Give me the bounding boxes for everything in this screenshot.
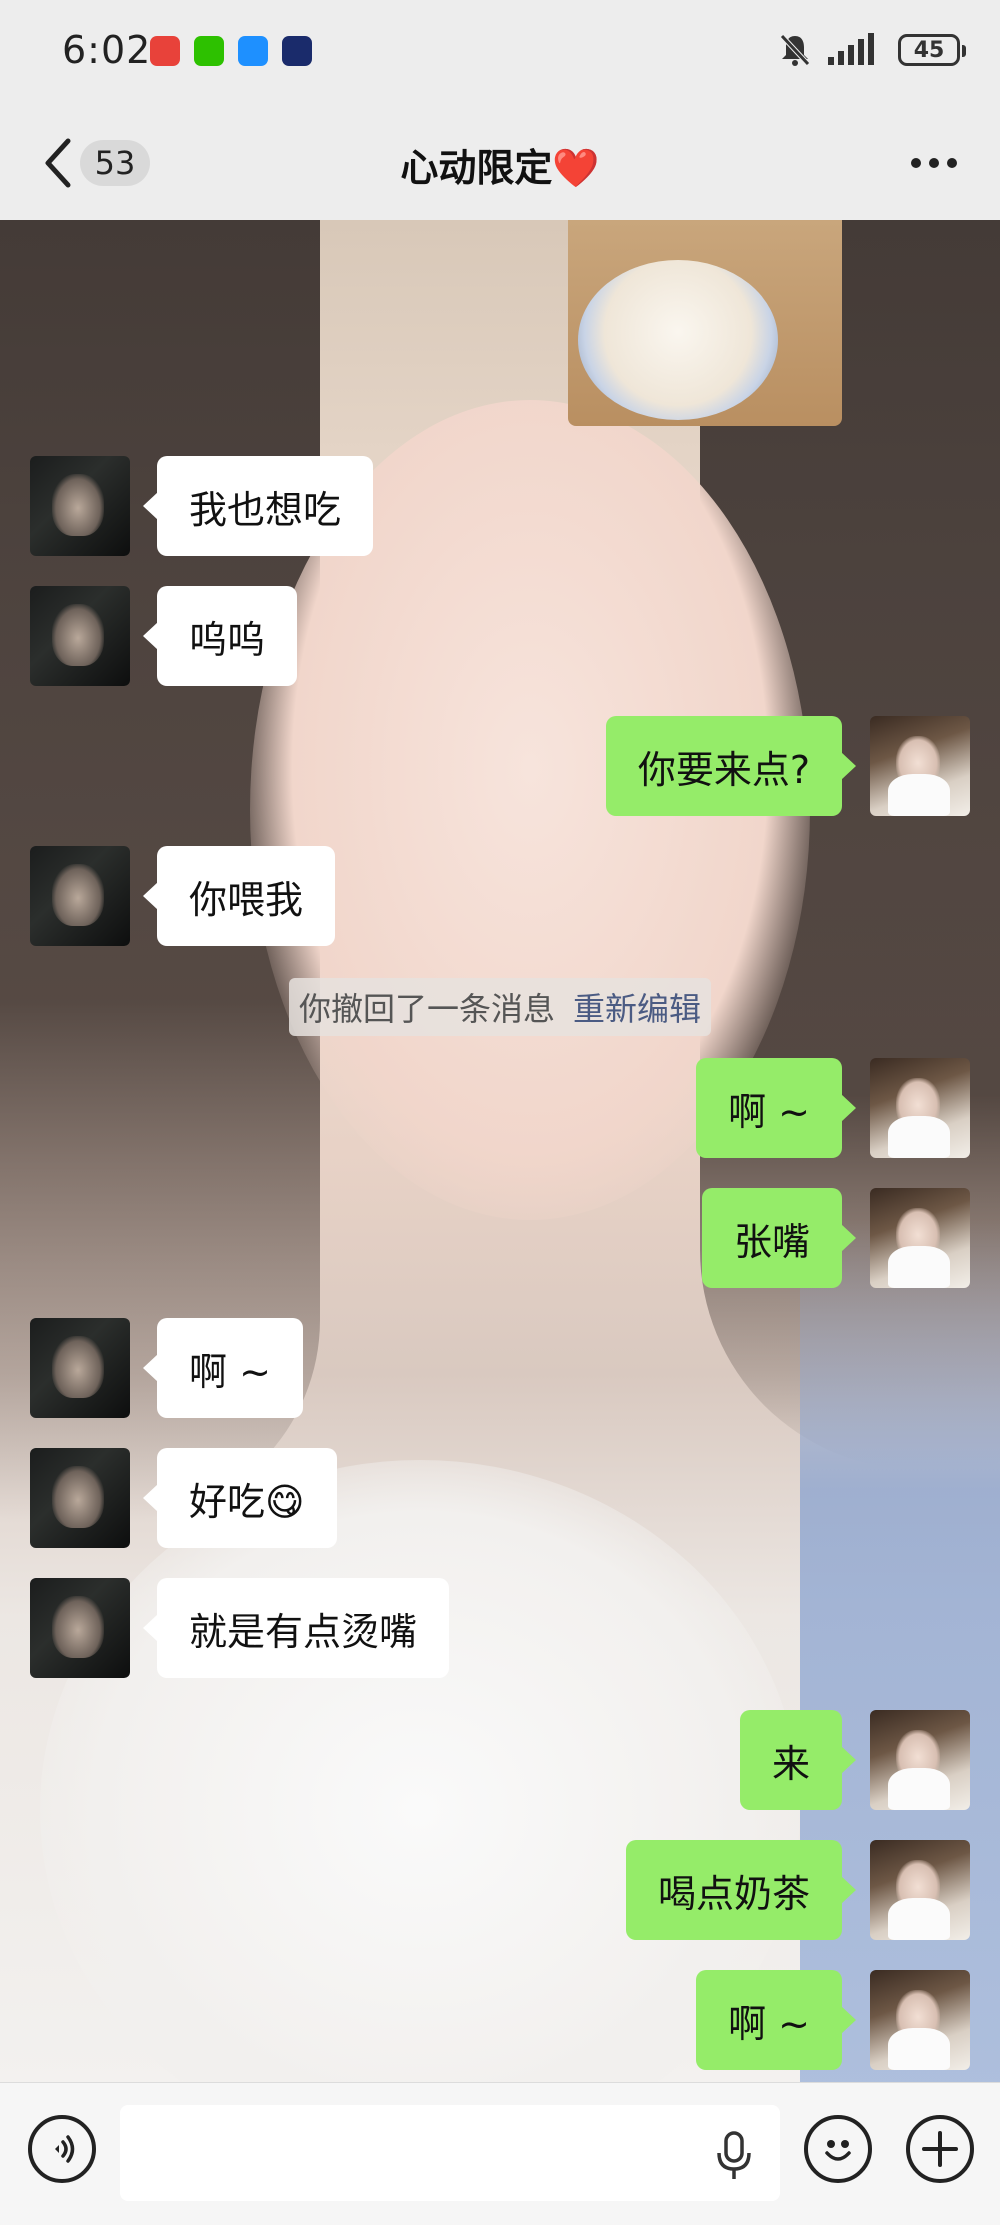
- status-right: 45: [778, 32, 966, 68]
- image-message[interactable]: [568, 220, 842, 426]
- chat-header: 53 心动限定❤️: [0, 105, 1000, 220]
- avatar[interactable]: [30, 586, 130, 686]
- battery-indicator: 45: [898, 34, 966, 66]
- message-bubble[interactable]: 好吃😋: [143, 1448, 337, 1548]
- message-row: 好吃😋: [0, 1448, 1000, 1548]
- pinduoduo-icon: [150, 36, 180, 66]
- avatar[interactable]: [870, 1058, 970, 1158]
- signal-icon: [828, 33, 874, 65]
- bell-muted-icon: [780, 34, 810, 66]
- voice-toggle-button[interactable]: [28, 2115, 96, 2183]
- voice-icon: [55, 2135, 75, 2163]
- message-row: 啊 ~: [0, 1058, 1000, 1158]
- input-bar: [0, 2082, 1000, 2225]
- message-icon: [238, 36, 268, 66]
- message-row: 啊 ~: [0, 1318, 1000, 1418]
- chat-title-text: 心动限定: [400, 146, 553, 190]
- avatar[interactable]: [30, 846, 130, 946]
- message-bubble[interactable]: 来: [739, 1710, 857, 1810]
- add-more-button[interactable]: [906, 2115, 974, 2183]
- heart-icon: ❤️: [552, 146, 600, 190]
- message-bubble[interactable]: 就是有点烫嘴: [142, 1578, 450, 1678]
- avatar[interactable]: [30, 1448, 130, 1548]
- message-bubble[interactable]: 啊 ~: [696, 1970, 856, 2070]
- message-bubble[interactable]: 啊 ~: [696, 1058, 856, 1158]
- rice-bowl-image: [578, 260, 778, 420]
- message-row: 来: [0, 1710, 1000, 1810]
- avatar[interactable]: [870, 1840, 970, 1940]
- wechat-icon: [194, 36, 224, 66]
- status-time: 6:02: [62, 28, 152, 72]
- message-row: 呜呜: [0, 586, 1000, 686]
- message-row: 你要来点?: [0, 716, 1000, 816]
- plus-icon: [922, 2131, 958, 2167]
- microphone-icon[interactable]: [712, 2129, 756, 2181]
- message-row: 张嘴: [0, 1188, 1000, 1288]
- message-bubble[interactable]: 你要来点?: [605, 716, 857, 816]
- message-row: 啊 ~: [0, 1970, 1000, 2070]
- recall-notice-box: 你撤回了一条消息 重新编辑: [288, 978, 712, 1036]
- message-bubble[interactable]: 我也想吃: [142, 456, 374, 556]
- recall-notice: 你撤回了一条消息 重新编辑: [0, 978, 1000, 1036]
- message-row: 你喂我: [0, 846, 1000, 946]
- message-bubble[interactable]: 张嘴: [701, 1188, 857, 1288]
- chat-title[interactable]: 心动限定❤️: [0, 137, 1000, 192]
- message-bubble[interactable]: 啊 ~: [143, 1318, 303, 1418]
- more-options-icon[interactable]: [910, 157, 958, 169]
- avatar[interactable]: [870, 716, 970, 816]
- status-bar: 6:02 45: [0, 0, 1000, 105]
- avatar[interactable]: [870, 1970, 970, 2070]
- qq-icon: [282, 36, 312, 66]
- message-bubble[interactable]: 你喂我: [142, 846, 336, 946]
- emoji-icon: [825, 2140, 851, 2161]
- message-bubble[interactable]: 呜呜: [142, 586, 298, 686]
- recall-notice-text: 你撤回了一条消息: [298, 990, 555, 1028]
- message-row: 就是有点烫嘴: [0, 1578, 1000, 1678]
- avatar[interactable]: [870, 1188, 970, 1288]
- message-bubble[interactable]: 喝点奶茶: [625, 1840, 857, 1940]
- chat-area[interactable]: 我也想吃 呜呜 你要来点? 你喂我 你撤回了一条消息 重新编辑 啊 ~ 张嘴 啊 …: [0, 220, 1000, 2082]
- avatar[interactable]: [30, 1578, 130, 1678]
- re-edit-link[interactable]: 重新编辑: [573, 990, 701, 1028]
- battery-level: 45: [913, 37, 945, 63]
- avatar[interactable]: [30, 456, 130, 556]
- message-row: 喝点奶茶: [0, 1840, 1000, 1940]
- message-input[interactable]: [120, 2105, 780, 2201]
- emoji-button[interactable]: [804, 2115, 872, 2183]
- avatar[interactable]: [870, 1710, 970, 1810]
- message-row: 我也想吃: [0, 456, 1000, 556]
- avatar[interactable]: [30, 1318, 130, 1418]
